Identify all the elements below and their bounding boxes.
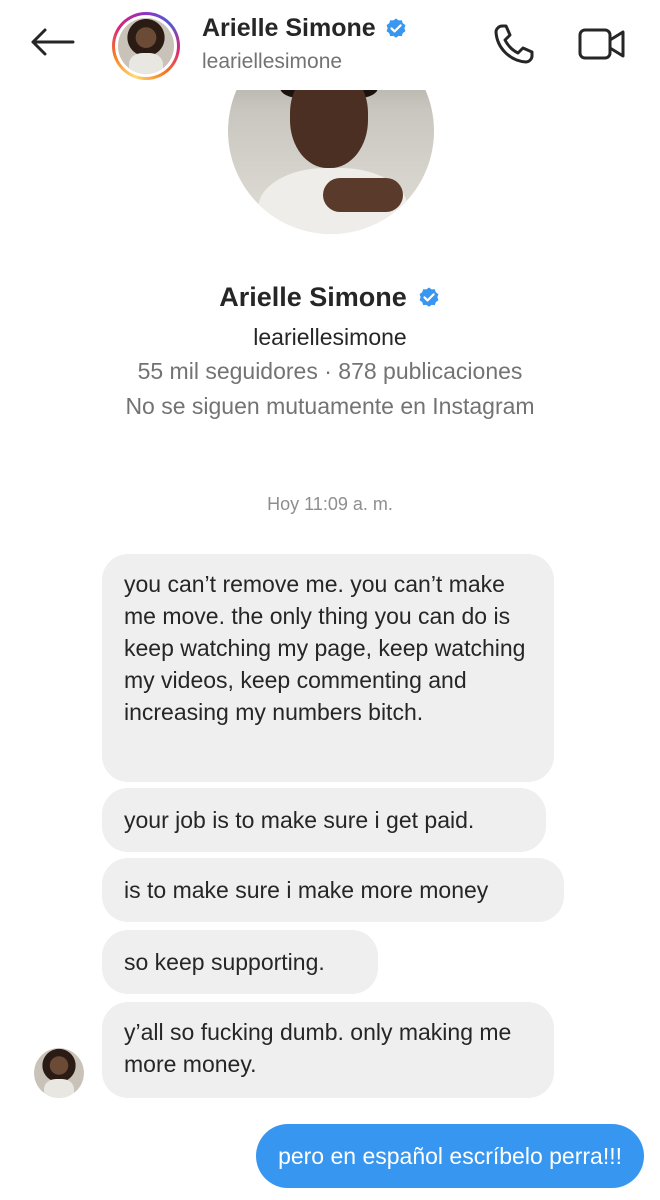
incoming-message[interactable]: is to make sure i make more money [102, 858, 564, 922]
profile-stats: 55 mil seguidores · 878 publicaciones [137, 358, 523, 384]
header-title[interactable]: Arielle Simone [202, 14, 408, 43]
header-username: leariellesimone [202, 50, 343, 73]
verified-badge-icon [386, 18, 406, 38]
incoming-message[interactable]: so keep supporting. [102, 930, 378, 994]
incoming-message[interactable]: you can’t remove me. you can’t make me m… [102, 554, 554, 782]
outgoing-message[interactable]: pero en español escríbelo perra!!! [256, 1124, 644, 1188]
chat-header: Arielle Simone leariellesimone [0, 0, 660, 90]
video-camera-icon [578, 28, 625, 60]
verified-badge-icon [419, 287, 439, 307]
arrow-left-icon [31, 28, 75, 56]
avatar-image [34, 1048, 84, 1098]
header-name-text: Arielle Simone [202, 14, 376, 42]
sender-avatar[interactable] [34, 1048, 84, 1098]
incoming-message[interactable]: y’all so fucking dumb. only making me mo… [102, 1002, 554, 1098]
avatar-image [118, 18, 174, 74]
back-button[interactable] [26, 20, 78, 64]
profile-name: Arielle Simone [0, 282, 660, 313]
message-timestamp: Hoy 11:09 a. m. [267, 494, 393, 514]
header-avatar[interactable] [112, 12, 180, 80]
phone-icon [494, 24, 534, 64]
audio-call-button[interactable] [490, 20, 538, 68]
profile-username: leariellesimone [253, 324, 407, 350]
profile-mutual-status: No se siguen mutuamente en Instagram [125, 393, 535, 419]
video-call-button[interactable] [574, 20, 630, 68]
incoming-message[interactable]: your job is to make sure i get paid. [102, 788, 546, 852]
profile-name-text: Arielle Simone [219, 282, 407, 312]
